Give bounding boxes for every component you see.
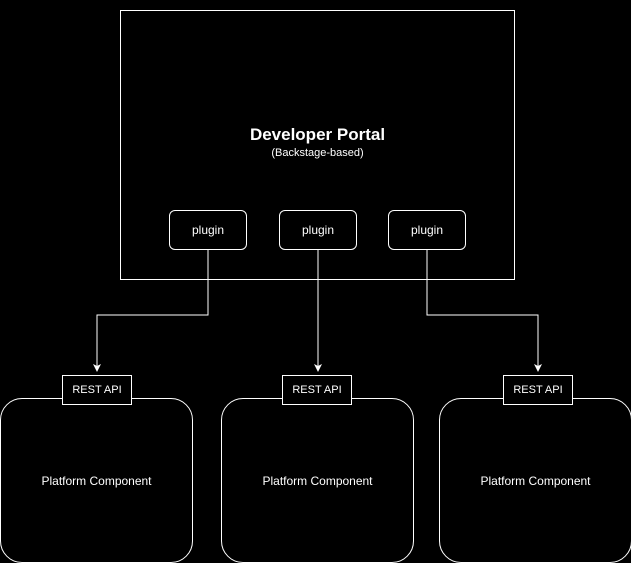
rest-api-box-3: REST API: [503, 375, 573, 405]
plugin-box-1: plugin: [169, 210, 247, 250]
portal-subtitle: (Backstage-based): [120, 147, 515, 159]
portal-title: Developer Portal: [120, 125, 515, 145]
plugin-box-3: plugin: [388, 210, 466, 250]
platform-component-box-1: Platform Component: [0, 398, 193, 563]
platform-component-box-3: Platform Component: [439, 398, 631, 563]
rest-api-box-1: REST API: [62, 375, 132, 405]
platform-component-box-2: Platform Component: [221, 398, 414, 563]
rest-api-box-2: REST API: [282, 375, 352, 405]
plugin-box-2: plugin: [279, 210, 357, 250]
